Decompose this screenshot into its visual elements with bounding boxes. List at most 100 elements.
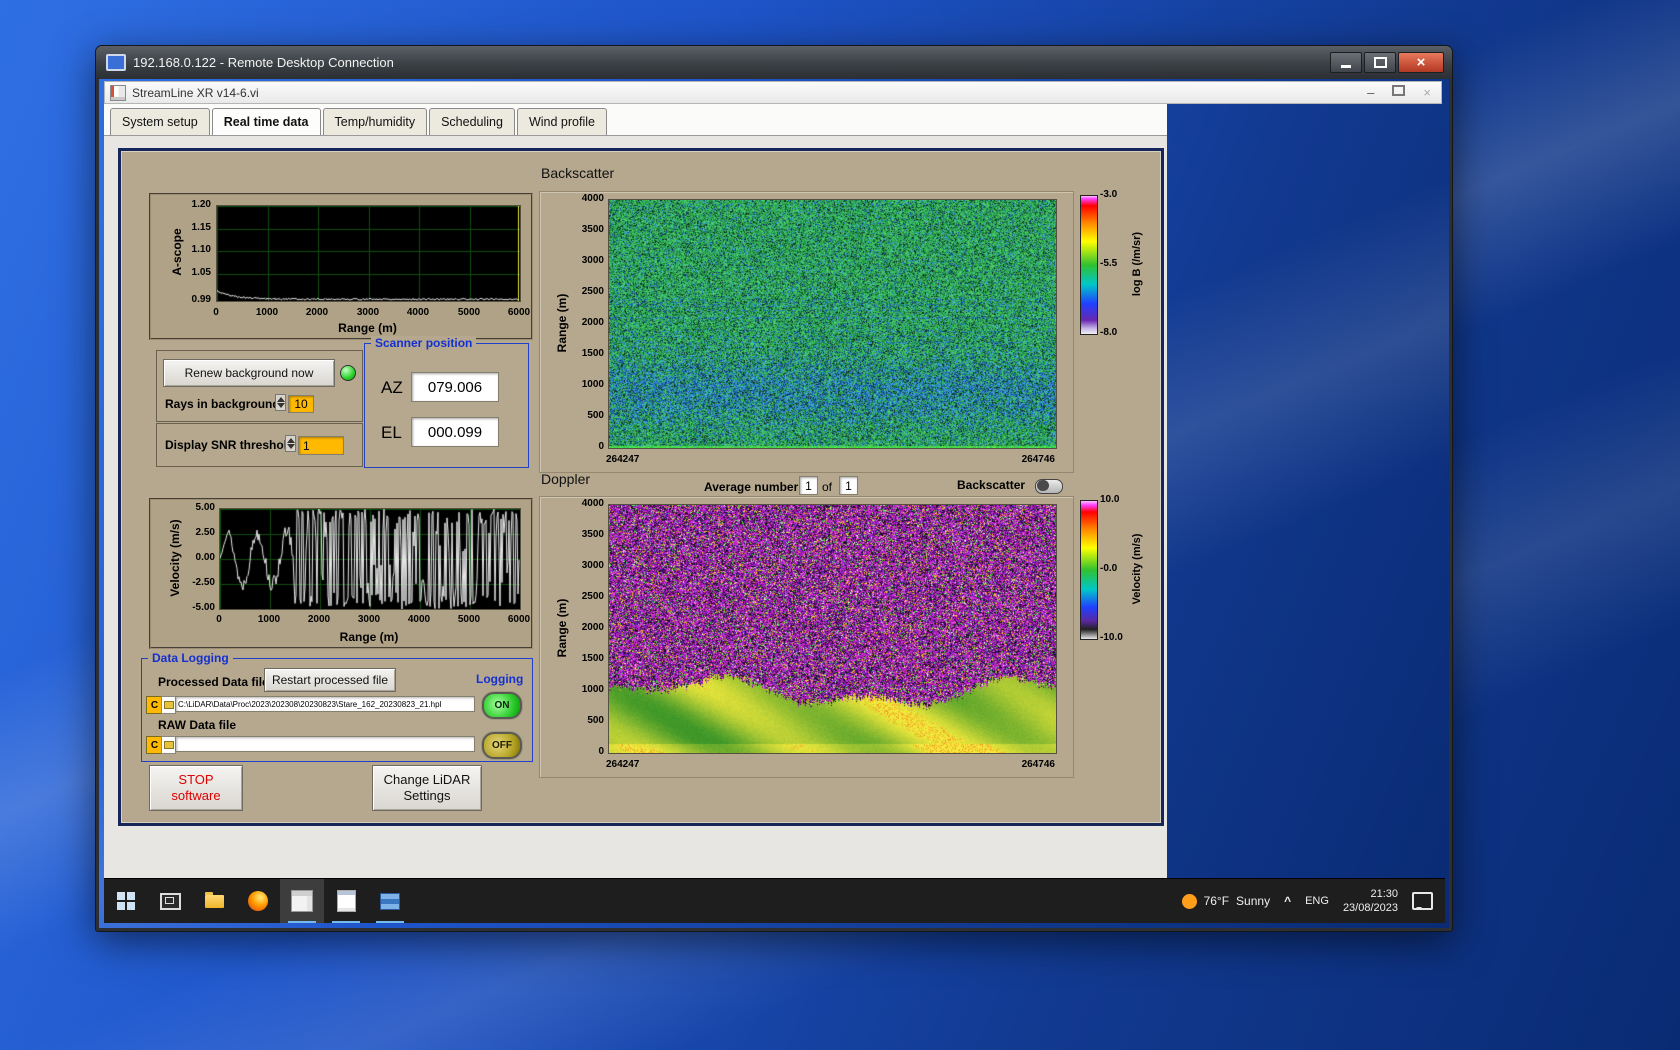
backscatter-toggle-switch[interactable] <box>1035 479 1063 494</box>
toggle-knob-icon <box>1037 480 1049 491</box>
rdp-titlebar[interactable]: 192.168.0.122 - Remote Desktop Connectio… <box>96 46 1452 79</box>
start-button[interactable] <box>104 879 148 923</box>
app-restore-icon[interactable] <box>1392 85 1406 96</box>
doppler-colorbar <box>1080 500 1098 640</box>
snr-value-field[interactable]: 1 <box>298 436 344 455</box>
processed-data-file-label: Processed Data file <box>158 675 269 689</box>
average-number-field[interactable]: 1 <box>799 476 818 495</box>
axis-tick: 0 <box>598 746 604 757</box>
axis-tick: 1000 <box>581 379 604 390</box>
clock[interactable]: 21:30 23/08/2023 <box>1343 887 1398 916</box>
tab-real-time-data[interactable]: Real time data <box>211 108 321 135</box>
axis-tick: 1.15 <box>191 222 211 233</box>
backscatter-toggle-label: Backscatter <box>957 478 1026 492</box>
maximize-button[interactable] <box>1364 52 1396 73</box>
axis-tick: 500 <box>587 715 604 726</box>
raw-browse-folder-icon[interactable] <box>161 736 176 754</box>
colorbar-tick: -3.0 <box>1100 189 1118 200</box>
renew-background-button[interactable]: Renew background now <box>163 359 335 387</box>
close-icon: × <box>1416 54 1426 71</box>
firefox-icon <box>248 891 268 911</box>
blue-app-button[interactable] <box>368 879 412 923</box>
processed-path-field[interactable]: C:\LiDAR\Data\Proc\2023\202308\20230823\… <box>175 696 475 712</box>
axis-tick: 2000 <box>305 307 329 318</box>
language-indicator[interactable]: ENG <box>1305 895 1329 907</box>
scanner-position-title: Scanner position <box>371 336 477 350</box>
decrement-icon[interactable] <box>287 444 295 449</box>
main-panel: Backscatter Doppler A-scope 1.20 1.15 1.… <box>118 148 1164 826</box>
backscatter-y-axis-label: Range (m) <box>555 293 569 353</box>
az-label: AZ <box>381 378 403 397</box>
weather-widget[interactable]: 76°F Sunny <box>1181 893 1270 909</box>
app-title: StreamLine XR v14-6.vi <box>132 85 259 100</box>
scan-scheduler-button[interactable] <box>324 879 368 923</box>
app-close-icon[interactable]: × <box>1423 85 1431 100</box>
axis-tick: 2000 <box>307 614 331 625</box>
change-lidar-settings-button[interactable]: Change LiDAR Settings <box>372 765 482 811</box>
front-panel-area: Backscatter Doppler A-scope 1.20 1.15 1.… <box>104 136 1167 878</box>
raw-logging-off-button[interactable]: OFF <box>482 732 522 759</box>
axis-tick: 3000 <box>581 560 604 571</box>
axis-tick: 0 <box>213 307 219 318</box>
axis-tick: 3500 <box>581 529 604 540</box>
a-scope-x-axis-label: Range (m) <box>338 321 397 335</box>
change-button-line2: Settings <box>403 788 451 803</box>
weather-temp: 76°F <box>1203 894 1230 908</box>
data-logging-title: Data Logging <box>148 651 233 665</box>
firefox-button[interactable] <box>236 879 280 923</box>
raw-path-field[interactable] <box>175 736 475 752</box>
axis-tick: 264746 <box>1021 454 1055 465</box>
logging-label: Logging <box>476 672 524 686</box>
tab-wind-profile[interactable]: Wind profile <box>516 108 607 135</box>
tab-temp-humidity[interactable]: Temp/humidity <box>322 108 428 135</box>
tray-chevron-icon[interactable]: ^ <box>1284 894 1291 908</box>
increment-icon[interactable] <box>277 397 285 402</box>
average-number-label: Average number <box>704 480 799 494</box>
app-minimize-icon[interactable]: – <box>1367 85 1374 100</box>
file-explorer-button[interactable] <box>192 879 236 923</box>
rays-spinner[interactable] <box>275 394 286 411</box>
action-center-icon[interactable] <box>1412 892 1433 910</box>
desktop-wallpaper: 192.168.0.122 - Remote Desktop Connectio… <box>0 0 1680 1050</box>
stop-button-line2: software <box>171 788 221 803</box>
minimize-button[interactable] <box>1330 52 1362 73</box>
task-view-button[interactable] <box>148 879 192 923</box>
sun-icon <box>1181 893 1197 909</box>
increment-icon[interactable] <box>287 438 295 443</box>
stop-software-button[interactable]: STOP software <box>149 765 243 811</box>
el-label: EL <box>381 423 402 442</box>
doppler-plot-frame: Range (m) 4000 3500 3000 2500 2000 1500 … <box>539 496 1074 778</box>
raw-data-file-label: RAW Data file <box>158 718 237 732</box>
snr-group: Display SNR threshold 1 <box>156 423 363 467</box>
velocity-y-axis-label: Velocity (m/s) <box>168 519 182 597</box>
close-button[interactable]: × <box>1398 52 1444 73</box>
axis-tick: 2000 <box>581 622 604 633</box>
processed-logging-on-button[interactable]: ON <box>482 692 522 719</box>
rays-value-field[interactable]: 10 <box>288 395 314 413</box>
az-value-field: 079.006 <box>411 372 499 402</box>
colorbar-tick: 10.0 <box>1100 494 1120 505</box>
snr-spinner[interactable] <box>285 435 296 452</box>
a-scope-plot <box>216 205 521 302</box>
streamline-app-button[interactable] <box>280 879 324 923</box>
axis-tick: 0.99 <box>191 294 211 305</box>
axis-tick: 0 <box>216 614 222 625</box>
processed-browse-folder-icon[interactable] <box>161 696 176 714</box>
axis-tick: 6000 <box>507 614 531 625</box>
axis-tick: -5.00 <box>192 602 215 613</box>
axis-tick: 1.20 <box>191 199 211 210</box>
doppler-y-axis-label: Range (m) <box>555 598 569 658</box>
decrement-icon[interactable] <box>277 403 285 408</box>
tab-system-setup[interactable]: System setup <box>110 108 210 135</box>
restart-processed-file-button[interactable]: Restart processed file <box>264 668 396 692</box>
axis-tick: 1500 <box>581 348 604 359</box>
scan-scheduler-icon <box>336 890 356 912</box>
tab-scheduling[interactable]: Scheduling <box>429 108 515 135</box>
colorbar-tick: -10.0 <box>1100 632 1123 643</box>
axis-tick: 6000 <box>507 307 531 318</box>
axis-tick: 1.10 <box>191 244 211 255</box>
axis-tick: 2500 <box>581 591 604 602</box>
axis-tick: 264746 <box>1021 759 1055 770</box>
app-titlebar[interactable]: StreamLine XR v14-6.vi – × <box>104 81 1442 104</box>
axis-tick: 4000 <box>581 193 604 204</box>
